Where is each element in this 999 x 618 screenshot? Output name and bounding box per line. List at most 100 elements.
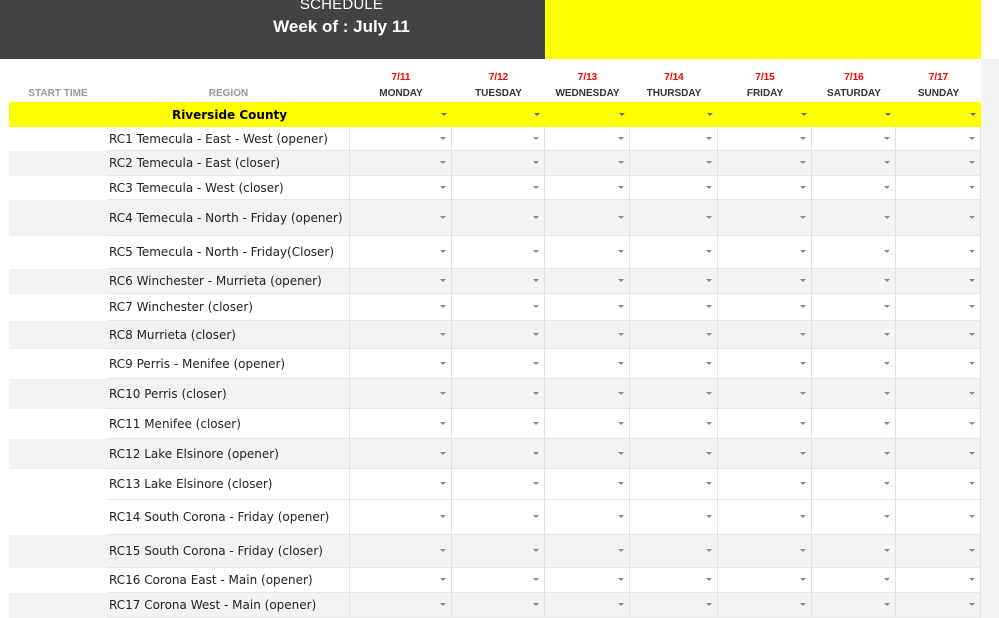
dropdown-arrow-icon[interactable] xyxy=(618,515,624,518)
day-dropdown-cell[interactable] xyxy=(545,593,630,618)
region-cell[interactable]: RC11 Menifee (closer) xyxy=(107,409,350,439)
dropdown-arrow-icon[interactable] xyxy=(800,391,806,395)
dropdown-arrow-icon[interactable] xyxy=(800,482,806,485)
dropdown-arrow-icon[interactable] xyxy=(533,391,539,395)
dropdown-arrow-icon[interactable] xyxy=(440,332,446,336)
day-dropdown-cell[interactable] xyxy=(452,127,545,151)
dropdown-arrow-icon[interactable] xyxy=(884,451,890,455)
region-cell[interactable]: RC5 Temecula - North - Friday(Closer) xyxy=(107,236,350,269)
day-dropdown-cell[interactable] xyxy=(350,409,452,439)
dropdown-arrow-icon[interactable] xyxy=(800,549,806,552)
dropdown-arrow-icon[interactable] xyxy=(706,515,712,518)
region-cell[interactable]: RC14 South Corona - Friday (opener) xyxy=(107,500,350,535)
start-time-cell[interactable] xyxy=(9,102,107,127)
dropdown-arrow-icon[interactable] xyxy=(884,361,890,365)
dropdown-arrow-icon[interactable] xyxy=(533,549,539,552)
start-time-cell[interactable] xyxy=(9,151,107,176)
day-dropdown-cell[interactable] xyxy=(350,321,452,349)
day-dropdown-cell[interactable] xyxy=(896,127,981,151)
dropdown-arrow-icon[interactable] xyxy=(801,112,807,116)
dropdown-arrow-icon[interactable] xyxy=(706,250,712,253)
start-time-cell[interactable] xyxy=(9,439,107,469)
dropdown-arrow-icon[interactable] xyxy=(800,578,806,581)
day-dropdown-cell[interactable] xyxy=(545,127,630,151)
dropdown-arrow-icon[interactable] xyxy=(618,305,624,308)
dropdown-arrow-icon[interactable] xyxy=(533,161,539,164)
dropdown-arrow-icon[interactable] xyxy=(618,185,624,189)
dropdown-arrow-icon[interactable] xyxy=(800,215,806,219)
day-dropdown-cell[interactable] xyxy=(545,439,630,469)
dropdown-arrow-icon[interactable] xyxy=(800,250,806,253)
day-dropdown-cell[interactable] xyxy=(545,236,630,269)
day-dropdown-cell[interactable] xyxy=(718,469,812,500)
dropdown-arrow-icon[interactable] xyxy=(970,112,976,116)
dropdown-arrow-icon[interactable] xyxy=(618,136,624,140)
day-dropdown-cell[interactable] xyxy=(350,269,452,294)
region-cell[interactable]: RC3 Temecula - West (closer) xyxy=(107,176,350,200)
dropdown-arrow-icon[interactable] xyxy=(969,279,975,282)
dropdown-arrow-icon[interactable] xyxy=(969,215,975,219)
start-time-cell[interactable] xyxy=(9,469,107,500)
dropdown-arrow-icon[interactable] xyxy=(533,451,539,455)
dropdown-arrow-icon[interactable] xyxy=(618,578,624,581)
dropdown-arrow-icon[interactable] xyxy=(706,279,712,282)
day-dropdown-cell[interactable] xyxy=(812,127,896,151)
day-dropdown-cell[interactable] xyxy=(545,349,630,379)
day-dropdown-cell[interactable] xyxy=(545,294,630,321)
start-time-cell[interactable] xyxy=(9,127,107,151)
dropdown-arrow-icon[interactable] xyxy=(533,421,539,425)
day-dropdown-cell[interactable] xyxy=(630,200,718,236)
day-dropdown-cell[interactable] xyxy=(630,593,718,618)
day-dropdown-cell[interactable] xyxy=(452,593,545,618)
dropdown-arrow-icon[interactable] xyxy=(440,515,446,518)
dropdown-arrow-icon[interactable] xyxy=(969,421,975,425)
day-dropdown-cell[interactable] xyxy=(545,269,630,294)
region-cell[interactable]: RC10 Perris (closer) xyxy=(107,379,350,409)
dropdown-arrow-icon[interactable] xyxy=(618,451,624,455)
dropdown-arrow-icon[interactable] xyxy=(533,185,539,189)
start-time-cell[interactable] xyxy=(9,321,107,349)
dropdown-arrow-icon[interactable] xyxy=(706,578,712,581)
day-dropdown-cell[interactable] xyxy=(718,151,812,176)
day-dropdown-cell[interactable] xyxy=(452,176,545,200)
dropdown-arrow-icon[interactable] xyxy=(440,361,446,365)
dropdown-arrow-icon[interactable] xyxy=(969,250,975,253)
dropdown-arrow-icon[interactable] xyxy=(884,185,890,189)
dropdown-arrow-icon[interactable] xyxy=(706,603,712,606)
dropdown-arrow-icon[interactable] xyxy=(884,391,890,395)
dropdown-arrow-icon[interactable] xyxy=(533,305,539,308)
day-dropdown-cell[interactable] xyxy=(896,269,981,294)
start-time-cell[interactable] xyxy=(9,294,107,321)
dropdown-arrow-icon[interactable] xyxy=(884,215,890,219)
dropdown-arrow-icon[interactable] xyxy=(440,549,446,552)
region-cell[interactable]: RC16 Corona East - Main (opener) xyxy=(107,568,350,593)
dropdown-arrow-icon[interactable] xyxy=(533,515,539,518)
dropdown-arrow-icon[interactable] xyxy=(706,305,712,308)
day-dropdown-cell[interactable] xyxy=(350,439,452,469)
dropdown-arrow-icon[interactable] xyxy=(969,451,975,455)
dropdown-arrow-icon[interactable] xyxy=(441,112,447,116)
dropdown-arrow-icon[interactable] xyxy=(969,161,975,164)
day-dropdown-cell[interactable] xyxy=(718,236,812,269)
dropdown-arrow-icon[interactable] xyxy=(706,451,712,455)
day-dropdown-cell[interactable] xyxy=(718,535,812,568)
day-dropdown-cell[interactable] xyxy=(630,269,718,294)
dropdown-arrow-icon[interactable] xyxy=(440,603,446,606)
day-dropdown-cell[interactable] xyxy=(630,349,718,379)
dropdown-arrow-icon[interactable] xyxy=(800,603,806,606)
dropdown-arrow-icon[interactable] xyxy=(440,391,446,395)
dropdown-arrow-icon[interactable] xyxy=(440,482,446,485)
dropdown-arrow-icon[interactable] xyxy=(618,332,624,336)
day-dropdown-cell[interactable] xyxy=(896,500,981,535)
dropdown-arrow-icon[interactable] xyxy=(706,332,712,336)
day-dropdown-cell[interactable] xyxy=(452,469,545,500)
dropdown-arrow-icon[interactable] xyxy=(533,578,539,581)
day-dropdown-cell[interactable] xyxy=(452,535,545,568)
day-dropdown-cell[interactable] xyxy=(350,236,452,269)
dropdown-arrow-icon[interactable] xyxy=(706,136,712,140)
day-dropdown-cell[interactable] xyxy=(545,500,630,535)
dropdown-arrow-icon[interactable] xyxy=(706,421,712,425)
dropdown-arrow-icon[interactable] xyxy=(885,112,891,116)
day-dropdown-cell[interactable] xyxy=(630,500,718,535)
dropdown-arrow-icon[interactable] xyxy=(884,305,890,308)
